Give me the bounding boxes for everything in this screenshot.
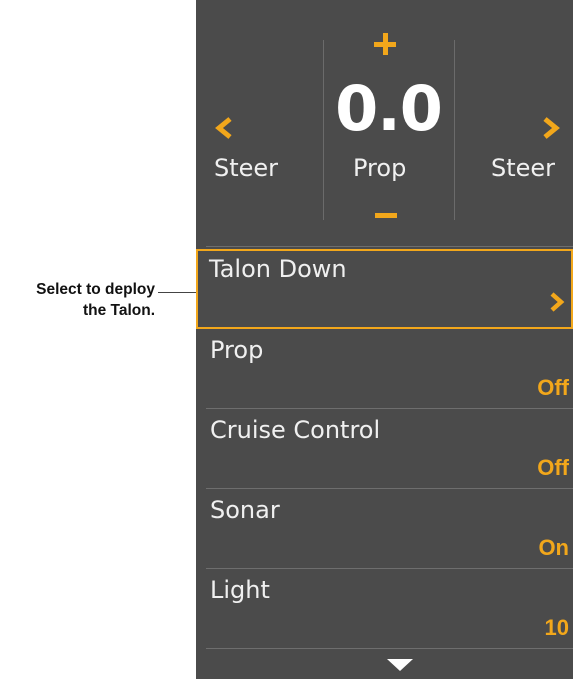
chevron-right-icon[interactable] [541,116,561,140]
menu-item-value: Off [537,455,569,480]
menu-item-talon-down[interactable]: Talon Down [196,249,573,329]
plus-icon[interactable] [374,33,396,55]
chevron-left-icon[interactable] [214,116,234,140]
caret-down-icon[interactable] [385,657,415,673]
divider [206,246,573,247]
menu-item-value: 10 [544,615,569,640]
menu-item-label: Light [210,576,270,604]
menu-item-prop[interactable]: Prop Off [196,329,573,409]
steer-left-label[interactable]: Steer [214,153,278,183]
divider-right [454,40,455,220]
menu-item-label: Cruise Control [210,416,381,444]
motor-control-area: 0.0 Steer Prop Steer [196,0,573,244]
menu-item-label: Prop [210,336,264,364]
callout-line-1: Select to deploy [36,281,155,298]
menu-item-value: On [538,535,569,560]
steer-right-label[interactable]: Steer [491,153,555,183]
callout-line-2: the Talon. [82,302,155,319]
menu-item-sonar[interactable]: Sonar On [196,489,573,569]
callout-leader-line [158,292,196,294]
callout-text: Select to deploy the Talon. [0,279,155,321]
trolling-motor-panel: 0.0 Steer Prop Steer Talon Down Prop Off… [196,0,573,679]
chevron-right-icon [549,291,565,313]
prop-label[interactable]: Prop [353,153,406,183]
menu-item-cruise-control[interactable]: Cruise Control Off [196,409,573,489]
menu-item-label: Sonar [210,496,280,524]
menu-item-value: Off [537,375,569,400]
minus-icon[interactable] [375,213,397,218]
menu-item-label: Talon Down [209,255,347,283]
menu-item-light[interactable]: Light 10 [196,569,573,649]
divider [206,648,573,649]
prop-speed-value: 0.0 [335,72,443,145]
